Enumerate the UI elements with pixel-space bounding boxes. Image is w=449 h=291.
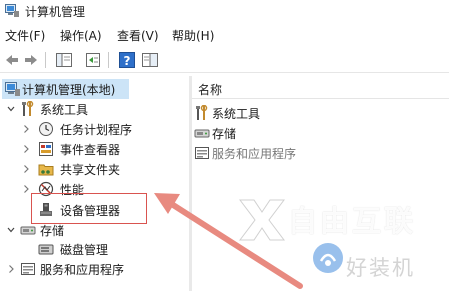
menu-help[interactable]: 帮助(H) [172, 27, 214, 44]
watermark-brand-text: 自由互联 [288, 204, 417, 238]
tree-item-label: 任务计划程序 [60, 123, 133, 137]
properties-icon[interactable] [84, 51, 102, 69]
svg-text:?: ? [124, 54, 131, 68]
tree-item-label: 存储 [40, 224, 65, 238]
header-divider [192, 98, 449, 99]
title-bar: 计算机管理 [0, 0, 449, 22]
menu-bar: 文件(F) 操作(A) 查看(V) 帮助(H) [0, 25, 449, 45]
menu-view[interactable]: 查看(V) [117, 27, 159, 44]
chevron-right-icon[interactable] [22, 164, 30, 174]
chevron-right-icon[interactable] [22, 124, 30, 134]
chevron-right-icon[interactable] [7, 264, 15, 274]
toolbar-separator [108, 52, 109, 68]
highlight-box [31, 193, 147, 224]
computer-management-icon [5, 82, 20, 96]
toolbar: ? [0, 47, 449, 73]
window-title: 计算机管理 [25, 5, 86, 19]
storage-icon [20, 226, 36, 235]
list-item[interactable]: 存储 [194, 123, 334, 143]
watermark-brand: 自由互联 [238, 194, 423, 244]
tree-item-label: 计算机管理(本地) [22, 83, 116, 97]
tree-item-label: 系统工具 [40, 103, 89, 117]
event-viewer-icon [39, 142, 53, 156]
forward-icon[interactable] [22, 51, 40, 69]
watermark-logo-icon [239, 199, 285, 241]
show-tree-icon[interactable] [55, 51, 73, 69]
system-tools-icon [196, 105, 208, 120]
disk-icon [38, 244, 54, 255]
list-item-label: 服务和应用程序 [212, 147, 297, 161]
toolbar-separator [45, 52, 46, 68]
clock-icon [39, 122, 53, 136]
computer-management-icon [5, 4, 19, 17]
tree-item-label: 服务和应用程序 [40, 263, 125, 277]
list-item[interactable]: 服务和应用程序 [194, 143, 354, 163]
tree-item-shared-folders[interactable]: 共享文件夹 [0, 159, 189, 179]
column-header-name[interactable]: 名称 [198, 81, 222, 98]
storage-icon [194, 129, 210, 138]
watermark-site: 好装机 [312, 240, 449, 291]
watermark-site-logo-icon [313, 243, 343, 273]
panel-icon[interactable] [141, 51, 159, 69]
back-icon[interactable] [3, 51, 21, 69]
tree-item-system-tools[interactable]: 系统工具 [0, 99, 189, 119]
chevron-right-icon[interactable] [22, 144, 30, 154]
tree-item-label: 共享文件夹 [60, 163, 121, 177]
chevron-down-icon[interactable] [7, 225, 15, 235]
list-item-label: 存储 [212, 127, 237, 141]
list-item[interactable]: 系统工具 [194, 103, 334, 123]
menu-action[interactable]: 操作(A) [60, 27, 102, 44]
tree-item-label: 磁盘管理 [60, 243, 109, 257]
tree-item-label: 事件查看器 [60, 143, 121, 157]
tree-item-root[interactable]: 计算机管理(本地) [2, 79, 129, 99]
system-tools-icon [22, 101, 34, 116]
menu-file[interactable]: 文件(F) [5, 27, 45, 44]
chevron-down-icon[interactable] [7, 104, 15, 114]
services-icon [195, 147, 209, 159]
shared-folder-icon [38, 164, 54, 176]
services-icon [21, 263, 35, 275]
help-icon[interactable]: ? [118, 51, 136, 69]
chevron-right-icon[interactable] [22, 184, 30, 194]
watermark-site-text: 好装机 [346, 256, 415, 280]
tree-item-task-scheduler[interactable]: 任务计划程序 [0, 119, 189, 139]
tree-item-event-viewer[interactable]: 事件查看器 [0, 139, 189, 159]
list-item-label: 系统工具 [212, 107, 261, 121]
